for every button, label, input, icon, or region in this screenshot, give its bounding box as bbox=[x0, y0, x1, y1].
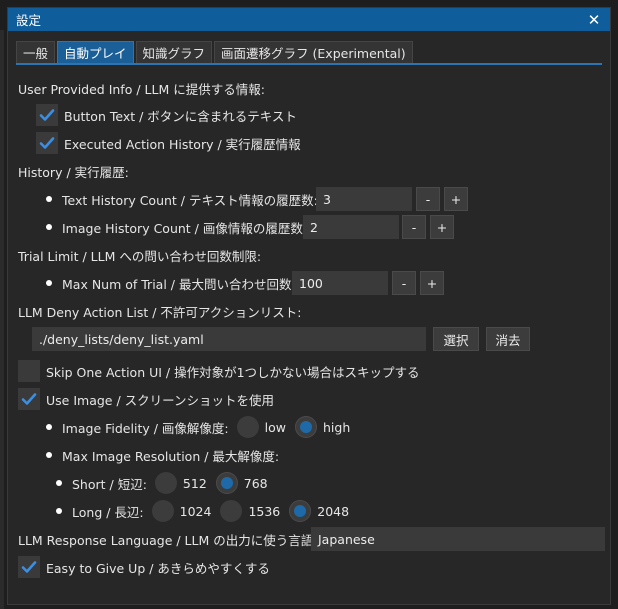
image-history-row: Image History Count / 画像情報の履歴数: bbox=[46, 215, 307, 239]
trial-limit-heading: Trial Limit / LLM への問い合わせ回数制限: bbox=[18, 248, 262, 264]
long-2048-radio[interactable] bbox=[289, 500, 312, 522]
tab-general[interactable]: 一般 bbox=[16, 41, 56, 63]
check-icon bbox=[39, 137, 55, 149]
bullet-icon bbox=[46, 224, 52, 230]
skip-one-action-checkbox[interactable] bbox=[18, 360, 40, 382]
deny-list-select-button[interactable]: 選択 bbox=[433, 327, 479, 351]
executed-history-row: Executed Action History / 実行履歴情報 bbox=[36, 131, 301, 155]
fidelity-high-label: high bbox=[322, 419, 351, 435]
trial-limit-heading-row: Trial Limit / LLM への問い合わせ回数制限: bbox=[18, 243, 261, 267]
bullet-icon bbox=[46, 424, 52, 430]
fidelity-low-radio[interactable] bbox=[236, 416, 259, 438]
short-side-label: Short / 短辺: bbox=[72, 476, 147, 492]
auto-play-panel: User Provided Info / LLM に提供する情報: Button… bbox=[8, 65, 610, 604]
response-language-input[interactable]: Japanese bbox=[311, 527, 605, 551]
image-history-plus-button[interactable]: + bbox=[430, 215, 454, 239]
max-resolution-row: Max Image Resolution / 最大解像度: bbox=[46, 443, 279, 467]
short-512-radio[interactable] bbox=[154, 472, 177, 494]
image-history-label: Image History Count / 画像情報の履歴数: bbox=[62, 220, 308, 236]
easy-give-up-row: Easy to Give Up / あきらめやすくする bbox=[18, 555, 270, 579]
long-1536-label: 1536 bbox=[248, 503, 281, 519]
image-fidelity-label: Image Fidelity / 画像解像度: bbox=[62, 420, 229, 436]
fidelity-high-radio[interactable] bbox=[294, 416, 317, 438]
long-side-label: Long / 長辺: bbox=[72, 504, 144, 520]
text-history-minus-button[interactable]: - bbox=[416, 187, 440, 211]
provided-info-heading-row: User Provided Info / LLM に提供する情報: bbox=[18, 76, 265, 100]
bullet-icon bbox=[56, 480, 62, 486]
tab-bar: 一般 自動プレイ 知識グラフ 画面遷移グラフ (Experimental) bbox=[16, 41, 413, 63]
deny-list-clear-button[interactable]: 消去 bbox=[486, 327, 530, 351]
image-history-minus-button[interactable]: - bbox=[402, 215, 426, 239]
short-768-label: 768 bbox=[243, 475, 268, 491]
history-heading-row: History / 実行履歴: bbox=[18, 159, 129, 183]
easy-give-up-label: Easy to Give Up / あきらめやすくする bbox=[46, 560, 270, 576]
long-1024-radio[interactable] bbox=[151, 500, 174, 522]
check-icon bbox=[21, 393, 37, 405]
long-2048-label: 2048 bbox=[317, 503, 350, 519]
use-image-row: Use Image / スクリーンショットを使用 bbox=[18, 387, 274, 411]
history-heading: History / 実行履歴: bbox=[18, 164, 129, 180]
max-trial-row: Max Num of Trial / 最大問い合わせ回数: bbox=[46, 271, 296, 295]
deny-list-heading-row: LLM Deny Action List / 不許可アクションリスト: bbox=[18, 299, 302, 323]
response-language-label: LLM Response Language / LLM の出力に使う言語: bbox=[18, 532, 318, 548]
provided-info-heading: User Provided Info / LLM に提供する情報: bbox=[18, 81, 265, 97]
close-icon[interactable]: ✕ bbox=[586, 12, 602, 28]
executed-history-checkbox[interactable] bbox=[36, 132, 58, 154]
short-512-label: 512 bbox=[182, 475, 207, 491]
tab-auto-play[interactable]: 自動プレイ bbox=[57, 41, 134, 63]
title-bar: 設定 ✕ bbox=[8, 8, 610, 31]
bullet-icon bbox=[56, 508, 62, 514]
long-1024-label: 1024 bbox=[179, 503, 212, 519]
deny-list-path-input[interactable]: ./deny_lists/deny_list.yaml bbox=[32, 327, 426, 351]
fidelity-low-label: low bbox=[264, 419, 286, 435]
response-language-row: LLM Response Language / LLM の出力に使う言語: bbox=[18, 527, 317, 551]
tab-screen-transition-graph[interactable]: 画面遷移グラフ (Experimental) bbox=[214, 41, 413, 63]
text-history-row: Text History Count / テキスト情報の履歴数: bbox=[46, 187, 318, 211]
text-history-label: Text History Count / テキスト情報の履歴数: bbox=[62, 192, 318, 208]
max-trial-plus-button[interactable]: + bbox=[420, 271, 444, 295]
skip-one-action-row: Skip One Action UI / 操作対象が1つしかない場合はスキップす… bbox=[18, 359, 420, 383]
long-1536-radio[interactable] bbox=[220, 500, 243, 522]
bullet-icon bbox=[46, 280, 52, 286]
window-title: 設定 bbox=[16, 13, 42, 28]
max-trial-input[interactable]: 100 bbox=[292, 271, 388, 295]
tab-knowledge-graph[interactable]: 知識グラフ bbox=[135, 41, 213, 63]
use-image-label: Use Image / スクリーンショットを使用 bbox=[46, 392, 275, 408]
settings-dialog: 設定 ✕ 一般 自動プレイ 知識グラフ 画面遷移グラフ (Experimenta… bbox=[7, 7, 611, 605]
text-history-plus-button[interactable]: + bbox=[444, 187, 468, 211]
text-history-input[interactable]: 3 bbox=[316, 187, 412, 211]
max-trial-label: Max Num of Trial / 最大問い合わせ回数: bbox=[62, 276, 296, 292]
button-text-checkbox[interactable] bbox=[36, 104, 58, 126]
button-text-label: Button Text / ボタンに含まれるテキスト bbox=[64, 108, 297, 124]
short-768-radio[interactable] bbox=[215, 472, 238, 494]
short-side-row: Short / 短辺: 512 768 bbox=[56, 471, 268, 495]
image-history-input[interactable]: 2 bbox=[303, 215, 399, 239]
long-side-row: Long / 長辺: 1024 1536 2048 bbox=[56, 499, 349, 523]
deny-list-heading: LLM Deny Action List / 不許可アクションリスト: bbox=[18, 304, 302, 320]
easy-give-up-checkbox[interactable] bbox=[18, 556, 40, 578]
executed-history-label: Executed Action History / 実行履歴情報 bbox=[64, 136, 301, 152]
check-icon bbox=[39, 109, 55, 121]
button-text-row: Button Text / ボタンに含まれるテキスト bbox=[36, 103, 297, 127]
bullet-icon bbox=[46, 452, 52, 458]
skip-one-action-label: Skip One Action UI / 操作対象が1つしかない場合はスキップす… bbox=[46, 364, 420, 380]
use-image-checkbox[interactable] bbox=[18, 388, 40, 410]
bullet-icon bbox=[46, 196, 52, 202]
max-resolution-label: Max Image Resolution / 最大解像度: bbox=[62, 448, 280, 464]
max-trial-minus-button[interactable]: - bbox=[392, 271, 416, 295]
image-fidelity-row: Image Fidelity / 画像解像度: low high bbox=[46, 415, 350, 439]
check-icon bbox=[21, 561, 37, 573]
